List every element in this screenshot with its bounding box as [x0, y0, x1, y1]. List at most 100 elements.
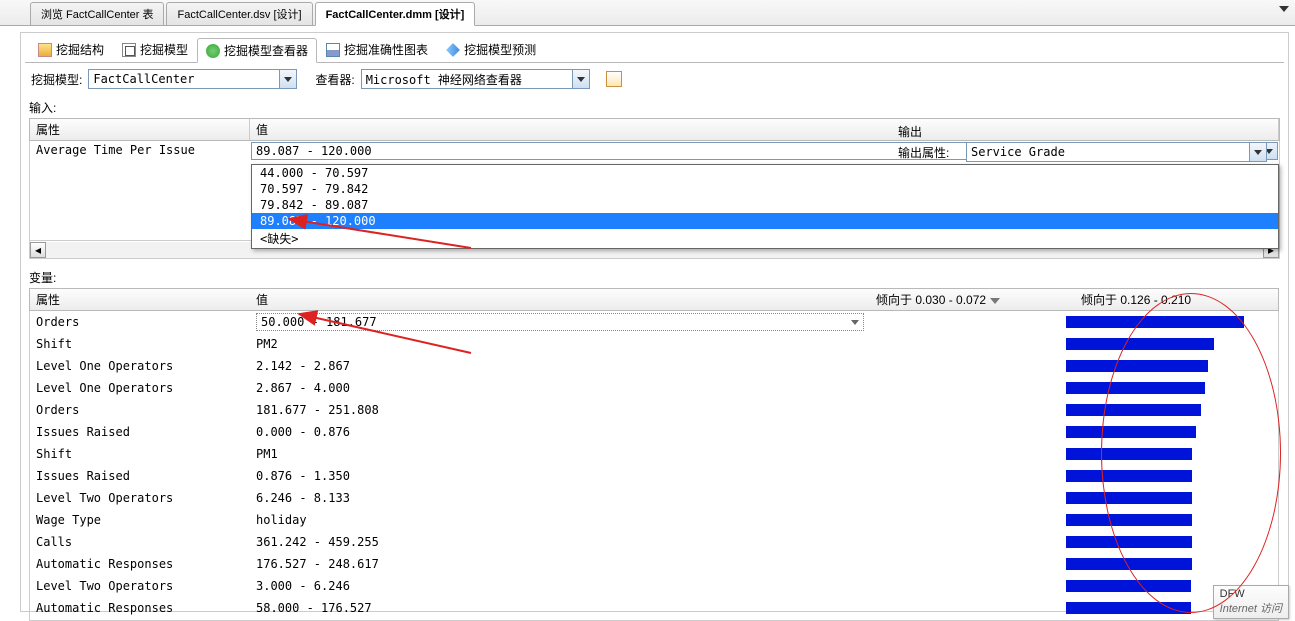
cell-value: 0.876 - 1.350 [256, 469, 350, 483]
table-row[interactable]: Automatic Responses 58.000 - 176.527 [30, 597, 1278, 619]
bar1-cell [870, 402, 1060, 418]
col-favor2: 倾向于 0.126 - 0.210 [1075, 289, 1278, 310]
cell-attr: Issues Raised [30, 467, 250, 485]
tab-label: FactCallCenter.dsv [设计] [177, 9, 301, 21]
input-section-label: 输入: [29, 99, 1280, 116]
table-row[interactable]: Level Two Operators3.000 - 6.246 [30, 575, 1278, 597]
table-row[interactable]: Shift PM1 [30, 443, 1278, 465]
left-column: 输入: 属性 值 Average Time Per Issue 89.087 -… [29, 99, 1280, 615]
viewer-input[interactable] [362, 71, 572, 87]
properties-icon[interactable] [606, 71, 622, 87]
cell-val: 2.142 - 2.867 [250, 357, 870, 375]
favor2-bar [1066, 404, 1201, 416]
table-row[interactable]: Shift PM2 [30, 333, 1278, 355]
tab-label: 挖掘准确性图表 [344, 41, 428, 58]
tab-label: 挖掘模型查看器 [224, 42, 308, 59]
bar1-cell [870, 380, 1060, 396]
cell-value: 58.000 - 176.527 [256, 601, 372, 615]
cell-value: 2.867 - 4.000 [256, 381, 350, 395]
cell-attr: Level One Operators [30, 357, 250, 375]
status-tooltip: DFW Internet 访问 [1213, 585, 1289, 619]
diamond-icon [446, 43, 460, 57]
viewer-combo[interactable] [361, 69, 590, 89]
cell-value: 50.000 - 181.677 [261, 315, 377, 329]
table-row[interactable]: Orders50.000 - 181.677 [30, 311, 1278, 333]
tab-browse[interactable]: 浏览 FactCallCenter 表 [30, 2, 164, 25]
dropdown-option-missing[interactable]: <缺失> [252, 229, 1278, 248]
cell-value: PM1 [256, 447, 278, 461]
dropdown-option[interactable]: 79.842 - 89.087 [252, 197, 1278, 213]
bar2-cell [1060, 314, 1250, 330]
output-attr-combo[interactable] [966, 142, 1267, 162]
cell-attr: Shift [30, 445, 250, 463]
chevron-down-icon[interactable] [1249, 143, 1266, 161]
col-attr: 属性 [30, 119, 250, 140]
tab-dmm[interactable]: FactCallCenter.dmm [设计] [315, 2, 476, 26]
table-row[interactable]: Issues Raised 0.876 - 1.350 [30, 465, 1278, 487]
chart-icon [326, 43, 340, 57]
table-row[interactable]: Level Two Operators6.246 - 8.133 [30, 487, 1278, 509]
bar2-cell [1060, 512, 1250, 528]
cell-val: 3.000 - 6.246 [250, 577, 870, 595]
output-attr-input[interactable] [967, 144, 1249, 160]
cell-val: 176.527 - 248.617 [250, 555, 870, 573]
cell-value: 176.527 - 248.617 [256, 557, 379, 571]
table-row[interactable]: Level One Operators2.867 - 4.000 [30, 377, 1278, 399]
cell-value: 2.142 - 2.867 [256, 359, 350, 373]
col-favor1: 倾向于 0.030 - 0.072 [870, 289, 1075, 310]
favor2-bar [1066, 338, 1214, 350]
table-row[interactable]: Orders181.677 - 251.808 [30, 399, 1278, 421]
bar2-cell [1060, 534, 1250, 550]
table-row[interactable]: Level One Operators 2.142 - 2.867 [30, 355, 1278, 377]
sort-desc-icon[interactable] [990, 298, 1000, 304]
cell-value: 361.242 - 459.255 [256, 535, 379, 549]
favor2-bar [1066, 448, 1192, 460]
bar2-cell [1060, 402, 1250, 418]
table-row[interactable]: Calls361.242 - 459.255 [30, 531, 1278, 553]
table-row[interactable]: Issues Raised0.000 - 0.876 [30, 421, 1278, 443]
viewer-label: 查看器: [315, 71, 354, 88]
table-row[interactable]: Automatic Responses176.527 - 248.617 [30, 553, 1278, 575]
chevron-down-icon[interactable] [572, 70, 589, 88]
status-line2: Internet 访问 [1220, 600, 1282, 616]
cell-value: 6.246 - 8.133 [256, 491, 350, 505]
tab-overflow-icon[interactable] [1277, 2, 1291, 16]
col-val: 值 [250, 289, 870, 310]
mining-model-combo[interactable] [88, 69, 297, 89]
mining-model-input[interactable] [89, 71, 279, 87]
output-section-label: 输出 [898, 123, 1278, 140]
tab-accuracy-chart[interactable]: 挖掘准确性图表 [317, 37, 437, 62]
tab-label: FactCallCenter.dmm [设计] [326, 9, 465, 21]
cell-attr: Level Two Operators [30, 577, 250, 595]
col-attr: 属性 [30, 289, 250, 310]
favor2-bar [1066, 558, 1192, 570]
tab-mining-model[interactable]: 挖掘模型 [113, 37, 197, 62]
variables-body: Orders50.000 - 181.677 Shift PM2 Level One … [29, 311, 1279, 621]
tab-dsv[interactable]: FactCallCenter.dsv [设计] [166, 2, 312, 25]
cell-val: 0.000 - 0.876 [250, 423, 870, 441]
favor2-bar [1066, 492, 1192, 504]
cell-attr: Automatic Responses [30, 599, 250, 617]
favor2-bar [1066, 580, 1191, 592]
chevron-down-icon[interactable] [279, 70, 296, 88]
cell-val: 361.242 - 459.255 [250, 533, 870, 551]
value-combo[interactable]: 50.000 - 181.677 [256, 313, 864, 331]
dropdown-option-selected[interactable]: 89.087 - 120.000 [252, 213, 1278, 229]
scroll-left-icon[interactable]: ◂ [30, 242, 46, 258]
tab-mining-structure[interactable]: 挖掘结构 [29, 37, 113, 62]
dropdown-option[interactable]: 70.597 - 79.842 [252, 181, 1278, 197]
table-row[interactable]: Wage Typeholiday [30, 509, 1278, 531]
cell-attr: Shift [30, 335, 250, 353]
tab-model-viewer[interactable]: 挖掘模型查看器 [197, 38, 317, 63]
bar2-cell [1060, 336, 1250, 352]
cell-val: 6.246 - 8.133 [250, 489, 870, 507]
bar1-cell [870, 600, 1060, 616]
cell-val: 0.876 - 1.350 [250, 467, 870, 485]
tab-model-prediction[interactable]: 挖掘模型预测 [437, 37, 545, 62]
cell-value: PM2 [256, 337, 278, 351]
bar2-cell [1060, 446, 1250, 462]
tab-label: 挖掘结构 [56, 41, 104, 58]
tab-label: 浏览 FactCallCenter 表 [41, 9, 153, 21]
input-value: 89.087 - 120.000 [256, 144, 372, 158]
dropdown-option[interactable]: 44.000 - 70.597 [252, 165, 1278, 181]
